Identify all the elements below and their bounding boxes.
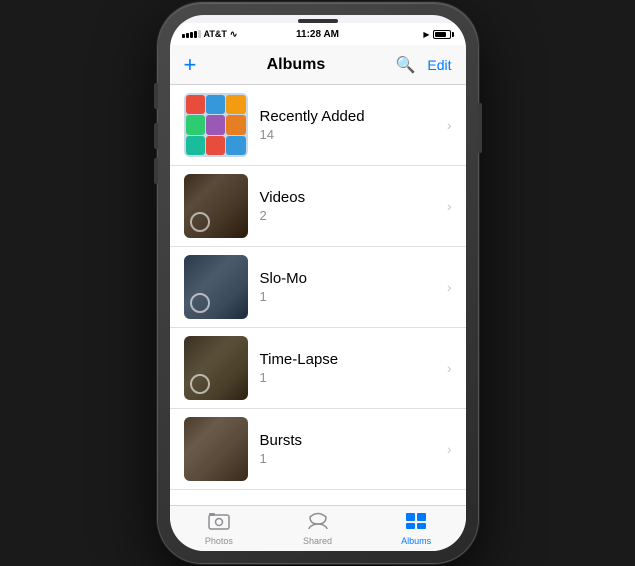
phone-screen: AT&T ∿ 11:28 AM ▶ + Albums 🔍 Edit <box>170 15 466 551</box>
album-thumbnail <box>184 174 248 238</box>
chevron-right-icon: › <box>447 117 452 133</box>
shared-icon <box>307 512 329 534</box>
status-bar: AT&T ∿ 11:28 AM ▶ <box>170 23 466 45</box>
album-thumbnail <box>184 336 248 400</box>
list-item[interactable]: Recently Added 14 › <box>170 85 466 166</box>
icon-cell <box>206 95 225 114</box>
icon-cell <box>226 136 245 155</box>
albums-icon <box>405 512 427 534</box>
signal-icon <box>182 30 201 38</box>
nav-title: Albums <box>267 56 326 74</box>
volume-up-button[interactable] <box>154 123 158 149</box>
volume-down-button[interactable] <box>154 158 158 184</box>
tab-photos-label: Photos <box>205 536 233 546</box>
wifi-icon: ∿ <box>230 29 238 40</box>
album-name: Videos <box>260 189 441 206</box>
list-item[interactable]: Slo-Mo 1 › <box>170 247 466 328</box>
album-name: Time-Lapse <box>260 351 441 368</box>
tab-shared[interactable]: Shared <box>268 512 367 546</box>
album-name: Bursts <box>260 432 441 449</box>
status-left: AT&T ∿ <box>182 29 238 40</box>
album-thumbnail <box>184 93 248 157</box>
chevron-right-icon: › <box>447 441 452 457</box>
album-thumbnail <box>184 417 248 481</box>
list-item[interactable]: Videos 2 › <box>170 166 466 247</box>
icon-cell <box>206 115 225 134</box>
icon-cell <box>186 136 205 155</box>
nav-actions: 🔍 Edit <box>395 55 451 75</box>
list-item[interactable]: Bursts 1 › <box>170 409 466 490</box>
album-info: Videos 2 <box>260 189 441 223</box>
icon-cell <box>206 136 225 155</box>
icon-cell <box>186 95 205 114</box>
icon-cell <box>226 95 245 114</box>
tab-bar: Photos Shared <box>170 505 466 551</box>
add-button[interactable]: + <box>184 54 197 76</box>
album-count: 2 <box>260 208 441 223</box>
search-button[interactable]: 🔍 <box>395 55 415 75</box>
phone-frame: AT&T ∿ 11:28 AM ▶ + Albums 🔍 Edit <box>158 3 478 563</box>
list-item[interactable]: Time-Lapse 1 › <box>170 328 466 409</box>
album-info: Slo-Mo 1 <box>260 270 441 304</box>
album-name: Slo-Mo <box>260 270 441 287</box>
album-count: 1 <box>260 370 441 385</box>
photos-icon <box>208 512 230 534</box>
album-count: 1 <box>260 289 441 304</box>
tab-albums[interactable]: Albums <box>367 512 466 546</box>
carrier-label: AT&T <box>204 29 227 39</box>
icon-cell <box>226 115 245 134</box>
status-time: 11:28 AM <box>296 29 339 40</box>
location-icon: ▶ <box>423 30 429 39</box>
battery-icon <box>433 30 454 39</box>
icon-cell <box>186 115 205 134</box>
album-count: 1 <box>260 451 441 466</box>
album-info: Recently Added 14 <box>260 108 441 142</box>
album-count: 14 <box>260 127 441 142</box>
status-right: ▶ <box>423 30 453 39</box>
chevron-right-icon: › <box>447 279 452 295</box>
album-thumbnail <box>184 255 248 319</box>
chevron-right-icon: › <box>447 198 452 214</box>
album-list: Recently Added 14 › Videos 2 › Slo-Mo <box>170 85 466 505</box>
tab-shared-label: Shared <box>303 536 332 546</box>
navigation-bar: + Albums 🔍 Edit <box>170 45 466 85</box>
album-info: Bursts 1 <box>260 432 441 466</box>
tab-albums-label: Albums <box>401 536 431 546</box>
album-name: Recently Added <box>260 108 441 125</box>
chevron-right-icon: › <box>447 360 452 376</box>
album-info: Time-Lapse 1 <box>260 351 441 385</box>
edit-button[interactable]: Edit <box>427 57 451 73</box>
tab-photos[interactable]: Photos <box>170 512 269 546</box>
